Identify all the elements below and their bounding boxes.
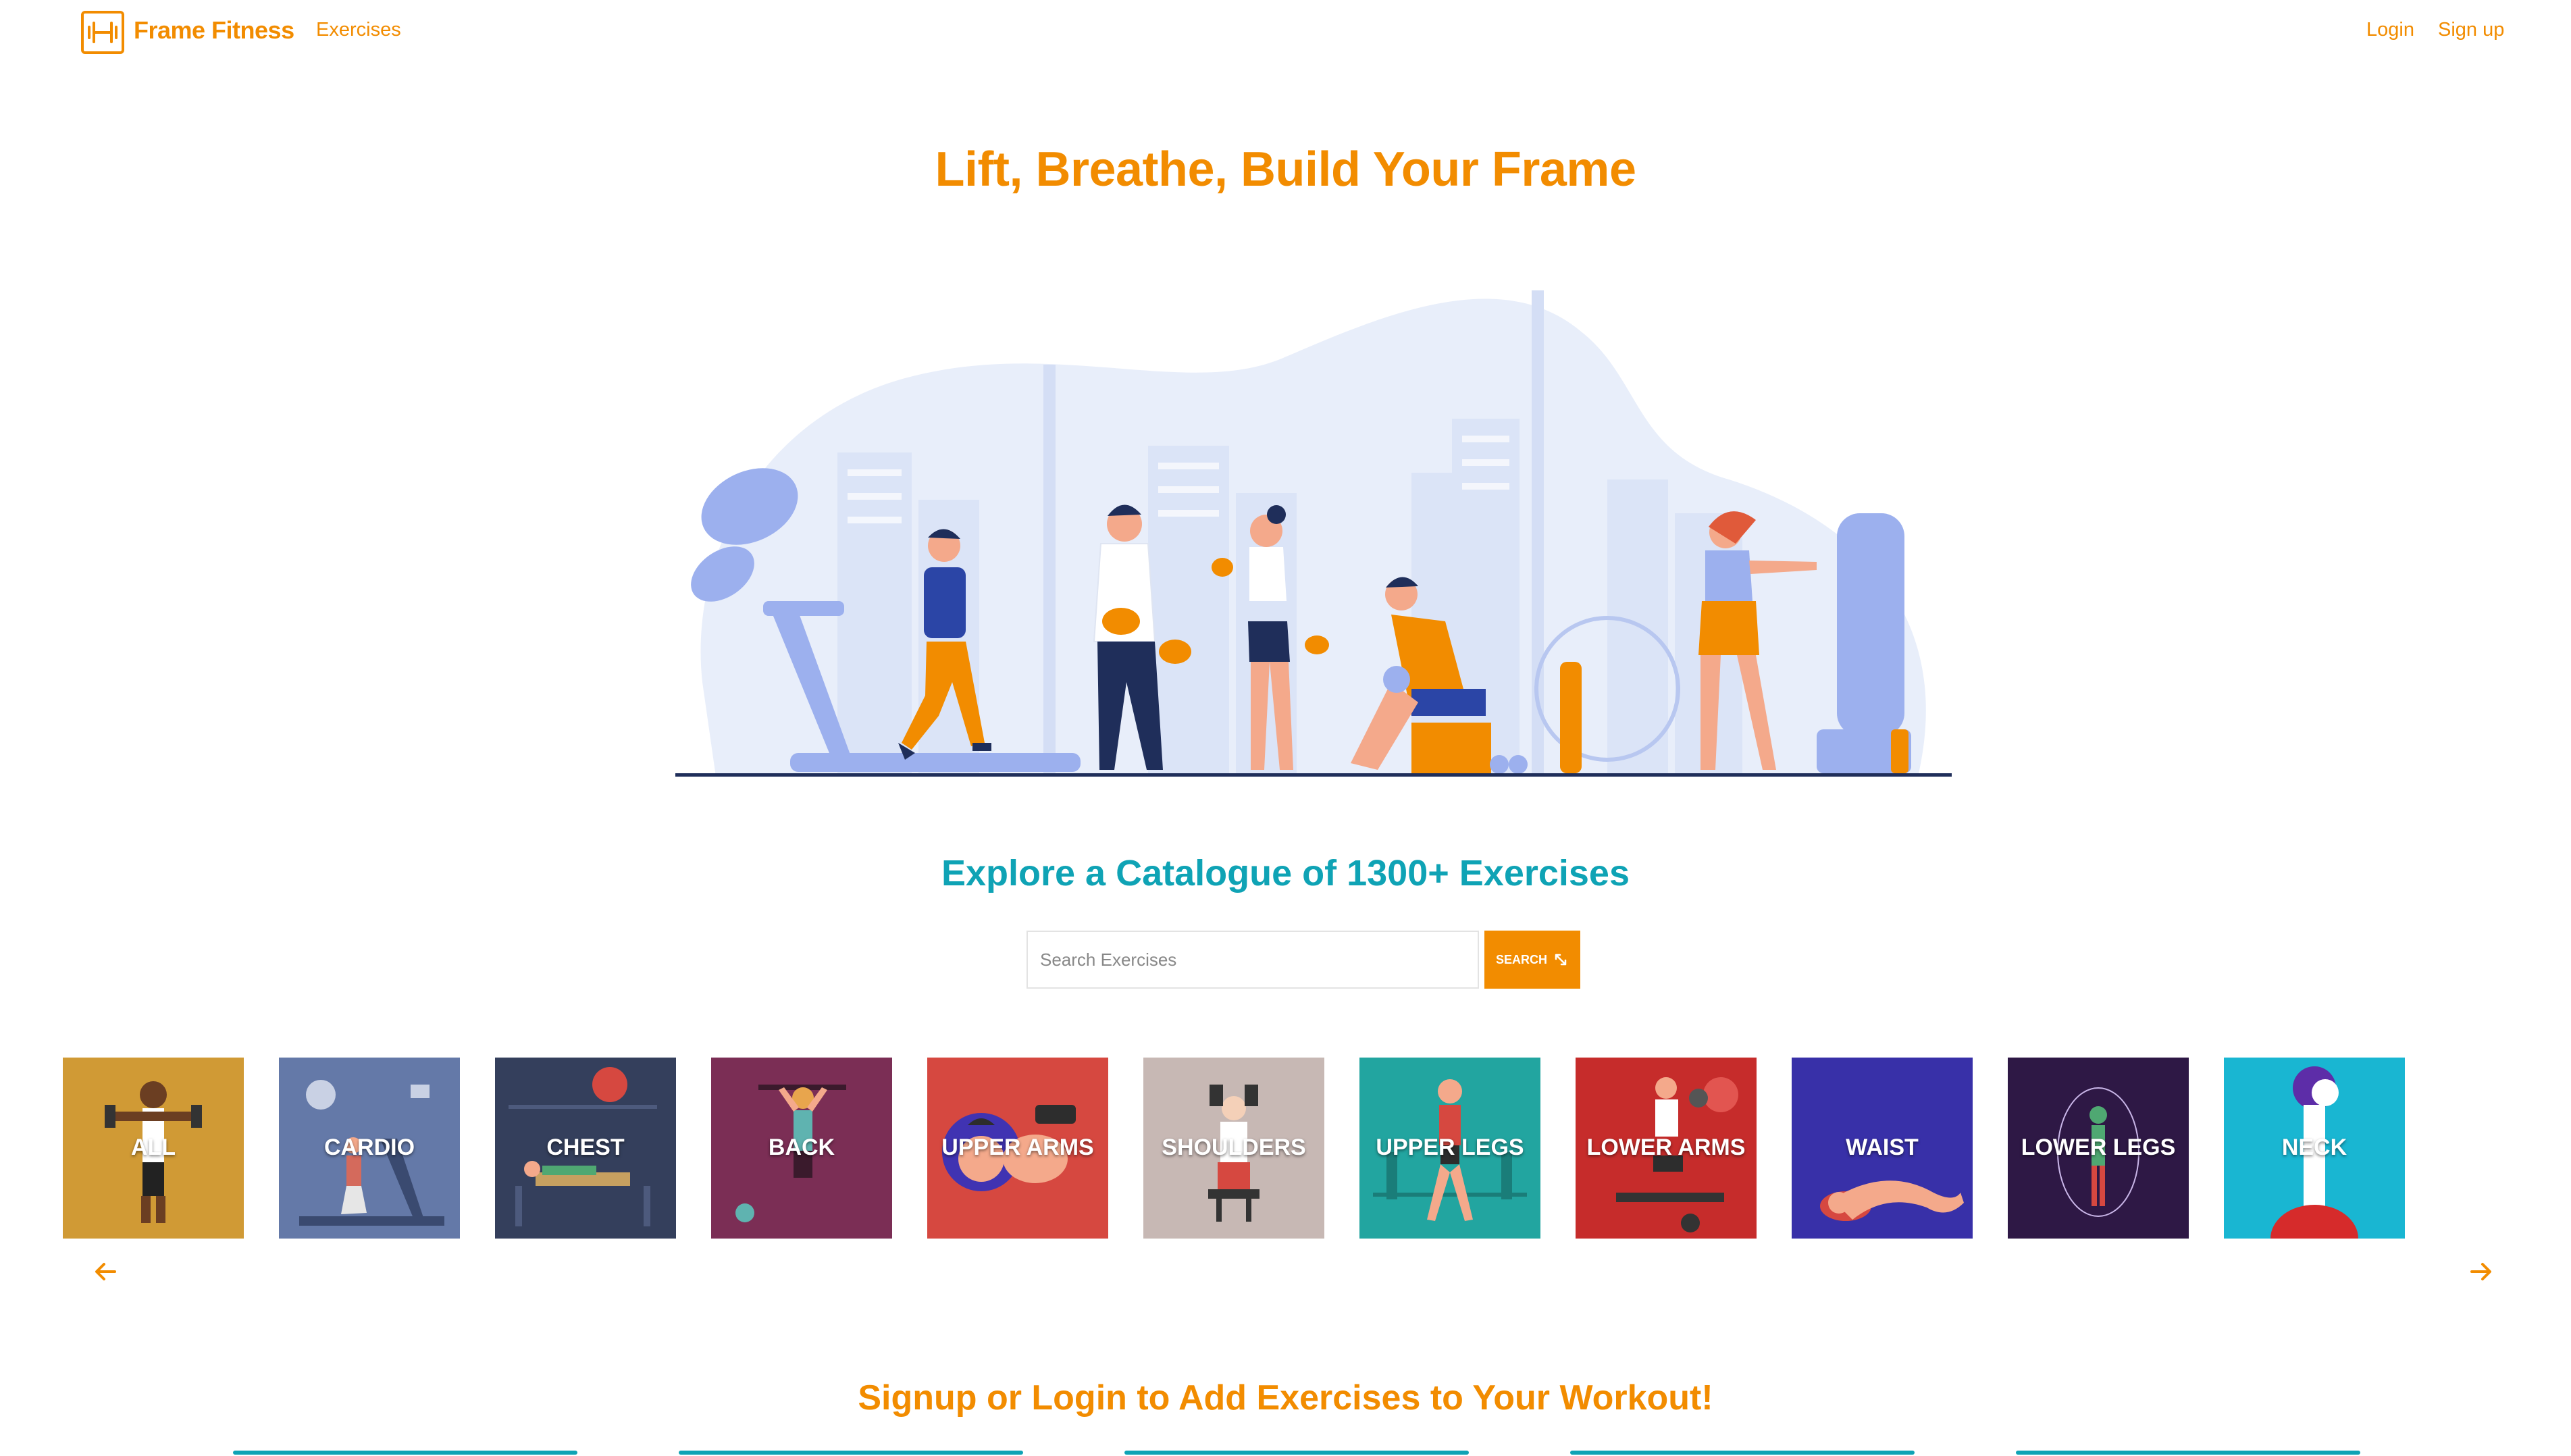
exercise-card-top-border bbox=[1124, 1451, 1469, 1455]
category-card-cardio[interactable]: CARDIO bbox=[279, 1058, 460, 1239]
category-label: WAIST bbox=[1846, 1135, 1919, 1160]
nav-login-link[interactable]: Login bbox=[2366, 19, 2414, 41]
nav-signup-link[interactable]: Sign up bbox=[2438, 19, 2504, 41]
category-carousel: ALL CARDIO CHEST BACK UPPER ARMS SHOULDE… bbox=[63, 1058, 2494, 1239]
hero-gym-illustration bbox=[675, 277, 1958, 790]
dumbbell-icon[interactable] bbox=[81, 11, 124, 54]
category-label: LOWER LEGS bbox=[2021, 1135, 2176, 1160]
search-input[interactable] bbox=[1027, 931, 1479, 989]
exercise-card-top-border bbox=[1570, 1451, 1915, 1455]
signup-cta-text: Signup or Login to Add Exercises to Your… bbox=[858, 1378, 1713, 1418]
exercise-cards-row-edge bbox=[0, 1451, 2571, 1456]
category-card-all[interactable]: ALL bbox=[63, 1058, 244, 1239]
hero-title: Lift, Breathe, Build Your Frame bbox=[935, 142, 1637, 197]
exercise-card-top-border bbox=[233, 1451, 577, 1455]
search-button-label: SEARCH bbox=[1495, 952, 1547, 966]
category-label: CHEST bbox=[546, 1135, 625, 1160]
carousel-right-arrow-icon[interactable] bbox=[2464, 1255, 2497, 1289]
brand-name[interactable]: Frame Fitness bbox=[134, 16, 294, 45]
exercise-card-top-border bbox=[679, 1451, 1023, 1455]
category-label: NECK bbox=[2281, 1135, 2347, 1160]
category-label: CARDIO bbox=[323, 1135, 415, 1160]
category-label: UPPER ARMS bbox=[941, 1135, 1094, 1160]
category-card-upper-legs[interactable]: UPPER LEGS bbox=[1359, 1058, 1540, 1239]
category-card-upper-arms[interactable]: UPPER ARMS bbox=[927, 1058, 1108, 1239]
category-card-lower-legs[interactable]: LOWER LEGS bbox=[2008, 1058, 2189, 1239]
nav-exercises-link[interactable]: Exercises bbox=[316, 19, 401, 41]
category-label: BACK bbox=[768, 1135, 835, 1160]
category-card-shoulders[interactable]: SHOULDERS bbox=[1143, 1058, 1324, 1239]
top-nav: Frame Fitness Exercises Login Sign up bbox=[0, 0, 2571, 68]
exercise-card-top-border bbox=[2016, 1451, 2360, 1455]
category-label: ALL bbox=[130, 1135, 176, 1160]
category-label: SHOULDERS bbox=[1162, 1135, 1306, 1160]
category-card-waist[interactable]: WAIST bbox=[1792, 1058, 1973, 1239]
carousel-left-arrow-icon[interactable] bbox=[89, 1255, 123, 1289]
catalogue-title: Explore a Catalogue of 1300+ Exercises bbox=[941, 853, 1630, 893]
search-button[interactable]: SEARCH bbox=[1484, 931, 1580, 989]
search-arrow-icon bbox=[1555, 954, 1567, 966]
category-card-lower-arms[interactable]: LOWER ARMS bbox=[1576, 1058, 1757, 1239]
category-card-chest[interactable]: CHEST bbox=[495, 1058, 676, 1239]
category-label: LOWER ARMS bbox=[1586, 1135, 1746, 1160]
category-label: UPPER LEGS bbox=[1376, 1135, 1524, 1160]
category-card-neck[interactable]: NECK bbox=[2224, 1058, 2405, 1239]
category-card-back[interactable]: BACK bbox=[711, 1058, 892, 1239]
